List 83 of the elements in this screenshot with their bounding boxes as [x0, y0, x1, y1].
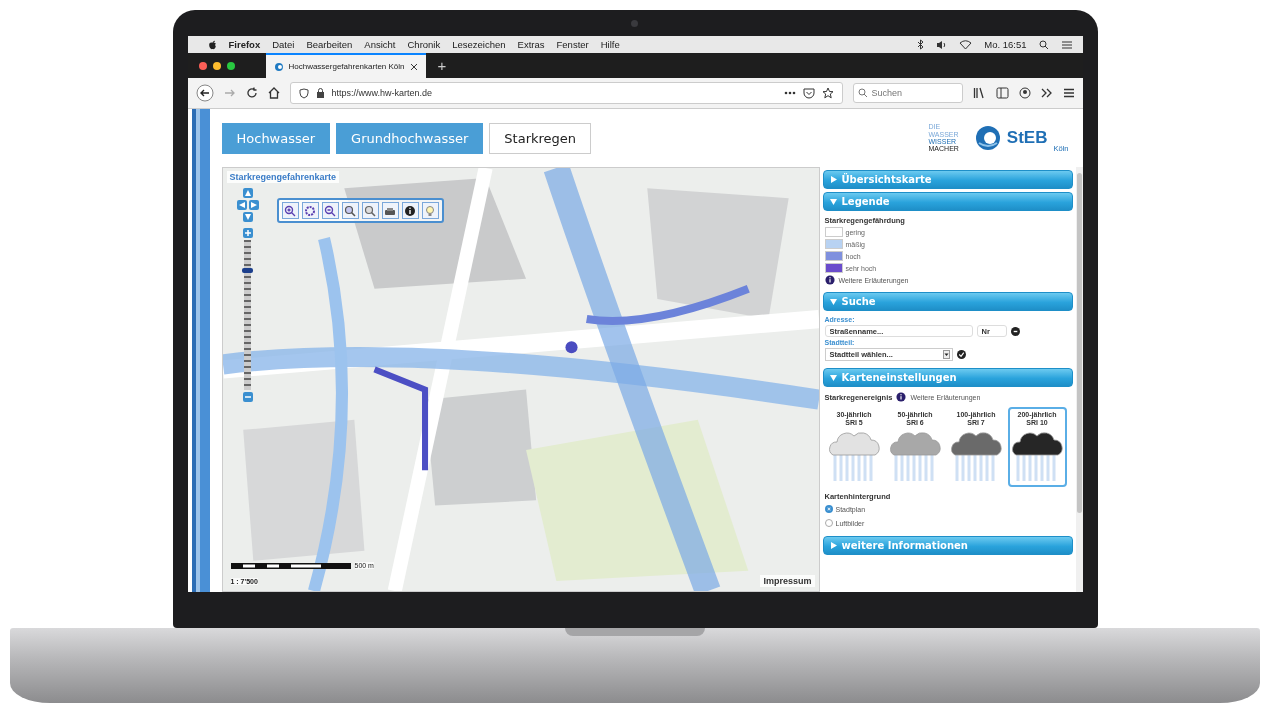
arrow-down-icon: [244, 214, 251, 220]
url-text[interactable]: https://www.hw-karten.de: [331, 88, 433, 98]
menu-item[interactable]: Datei: [272, 39, 295, 50]
window-controls-icon[interactable]: [197, 60, 238, 71]
more-icon[interactable]: [783, 91, 796, 95]
zoom-out-tool[interactable]: [321, 202, 339, 219]
account-icon[interactable]: [1018, 87, 1031, 99]
menu-item[interactable]: Fenster: [556, 39, 589, 50]
lightbulb-icon: [424, 204, 436, 217]
zoom-in-tool[interactable]: [281, 202, 299, 219]
triangle-icon: [829, 374, 837, 381]
arrow-up-icon: [244, 190, 251, 196]
address-bar[interactable]: https://www.hw-karten.de: [289, 82, 843, 104]
camera-icon: [630, 20, 638, 27]
chevrons-icon[interactable]: [1040, 88, 1053, 98]
print-tool[interactable]: [381, 202, 399, 219]
sidebar-icon[interactable]: [995, 87, 1009, 99]
info-icon: [404, 204, 416, 217]
zoom-area-tool[interactable]: [341, 202, 359, 219]
pan-down-button[interactable]: [242, 212, 253, 222]
impressum-link[interactable]: Impressum: [760, 575, 815, 587]
pan-up-button[interactable]: [242, 188, 253, 198]
minus-icon: [244, 394, 251, 400]
dropdown-icon: [942, 350, 950, 359]
zoom-out-icon: [324, 204, 336, 217]
list-icon[interactable]: [1060, 39, 1073, 50]
menu-item[interactable]: Hilfe: [600, 39, 620, 50]
zoom-slider[interactable]: [244, 240, 251, 390]
zoom-in-icon: [284, 204, 296, 217]
gear-icon: [304, 204, 316, 217]
scroll-bar[interactable]: [1075, 167, 1083, 592]
clock[interactable]: Mo. 16:51: [984, 39, 1027, 50]
magnifier-icon: [344, 204, 356, 217]
search-icon[interactable]: [1038, 39, 1049, 50]
volume-icon[interactable]: [936, 39, 948, 50]
pocket-icon[interactable]: [802, 87, 815, 99]
logo-icon: [974, 125, 1001, 151]
confirm-icon[interactable]: [956, 350, 966, 359]
menu-item[interactable]: Ansicht: [364, 39, 396, 50]
menu-item[interactable]: Firefox: [228, 39, 261, 50]
search-field[interactable]: Suchen: [852, 83, 963, 103]
apple-icon[interactable]: [207, 39, 217, 50]
info-tool[interactable]: [401, 202, 419, 219]
menu-item[interactable]: Lesezeichen: [452, 39, 506, 50]
close-icon[interactable]: [409, 62, 418, 71]
go-icon[interactable]: [1010, 326, 1020, 336]
nav-tab[interactable]: Starkregen: [489, 122, 592, 154]
menu-item[interactable]: Extras: [517, 39, 545, 50]
logo-name: StEB: [1006, 128, 1048, 148]
shield-icon[interactable]: [298, 87, 309, 99]
zoom-in-button[interactable]: [242, 228, 253, 238]
pan-left-button[interactable]: [236, 200, 247, 210]
menu-item[interactable]: Bearbeiten: [306, 39, 353, 50]
wifi-icon[interactable]: [959, 39, 973, 50]
star-icon[interactable]: [821, 87, 834, 99]
zoom-slider-thumb[interactable]: [242, 268, 253, 273]
zoom-out-button[interactable]: [242, 392, 253, 402]
site-icon: [273, 61, 284, 72]
triangle-icon: [829, 198, 837, 205]
arrow-right-icon: [250, 202, 257, 208]
browser-tab[interactable]: Hochwassergefahrenkarten Köln: [265, 53, 426, 78]
magnifier-icon: [364, 204, 376, 217]
reload-icon[interactable]: [245, 87, 258, 99]
menu-icon[interactable]: [1062, 88, 1075, 98]
triangle-icon: [829, 298, 837, 305]
bluetooth-icon[interactable]: [917, 39, 925, 50]
lock-icon[interactable]: [315, 88, 325, 98]
arrow-left-icon: [238, 202, 245, 208]
info-icon[interactable]: [824, 275, 835, 285]
home-icon[interactable]: [267, 87, 280, 99]
back-icon[interactable]: [195, 84, 214, 102]
pan-right-button[interactable]: [248, 200, 259, 210]
library-icon[interactable]: [972, 87, 986, 99]
plus-icon: [244, 230, 251, 236]
menu-item[interactable]: Chronik: [407, 39, 441, 50]
search-icon: [857, 88, 868, 98]
info-icon[interactable]: [896, 392, 907, 402]
map-title: Starkregengefahrenkarte: [226, 171, 340, 183]
full-extent-tool[interactable]: [301, 202, 319, 219]
new-tab-button[interactable]: +: [433, 57, 451, 74]
triangle-icon: [829, 176, 837, 183]
search-tool[interactable]: [361, 202, 379, 219]
triangle-icon: [829, 542, 837, 550]
